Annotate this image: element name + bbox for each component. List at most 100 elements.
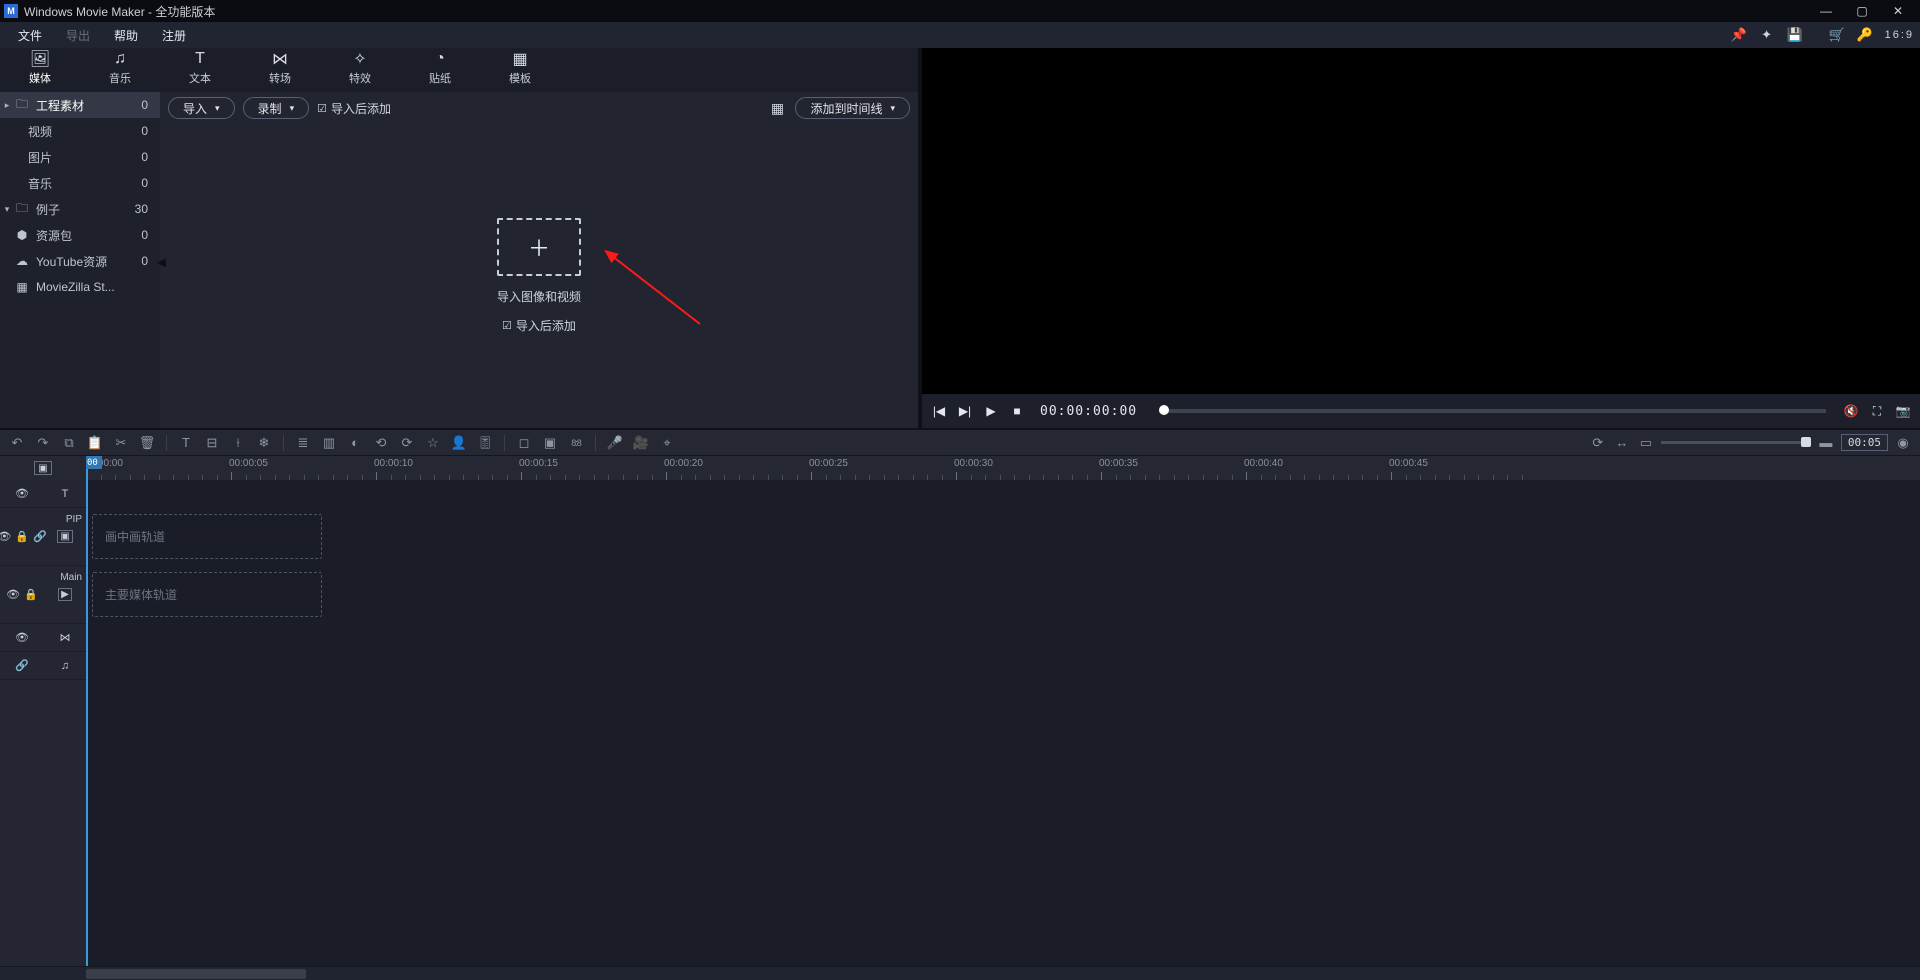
track-header-transition[interactable]: 👁 ⋈ <box>0 624 86 652</box>
tab-text[interactable]: T 文本 <box>160 48 240 88</box>
main-drop-slot[interactable]: 主要媒体轨道 <box>92 572 322 617</box>
menu-export[interactable]: 导出 <box>54 22 102 48</box>
zoom-out-icon[interactable]: ▭ <box>1637 434 1655 452</box>
sidebar-item-examples[interactable]: ▾ 🗀 例子 30 <box>0 196 160 222</box>
sidebar-item-moviezilla[interactable]: ▦ MovieZilla St... <box>0 274 160 300</box>
seek-knob[interactable] <box>1159 405 1169 415</box>
key-icon[interactable]: 🔑 <box>1851 22 1879 48</box>
menu-register[interactable]: 注册 <box>150 22 198 48</box>
stop-button[interactable]: ■ <box>1008 402 1026 420</box>
sidebar-item-project-media[interactable]: ▸ 🗀 工程素材 0 <box>0 92 160 118</box>
mute-icon[interactable]: 🔇 <box>1842 402 1860 420</box>
timeline-ruler[interactable]: 0:00 00:00:0000:00:0500:00:1000:00:1500:… <box>86 456 1920 480</box>
prev-frame-button[interactable]: |◀ <box>930 402 948 420</box>
rotate-button[interactable]: ⟳ <box>398 434 416 452</box>
save-icon[interactable]: 💾 <box>1781 22 1809 48</box>
split-button[interactable]: ⊟ <box>203 434 221 452</box>
fullscreen-icon[interactable]: ⛶ <box>1868 402 1886 420</box>
scrollbar-thumb[interactable] <box>86 969 306 979</box>
import-button[interactable]: 导入 ▾ <box>168 97 235 119</box>
reverse-button[interactable]: ⟲ <box>372 434 390 452</box>
tab-templates[interactable]: ▦ 模板 <box>480 48 560 88</box>
preview-seek-bar[interactable] <box>1159 409 1826 413</box>
lock-icon[interactable]: 🔒 <box>24 588 38 601</box>
lane-transition[interactable] <box>86 624 1920 652</box>
camera-button[interactable]: 🎥 <box>632 434 650 452</box>
zoom-knob[interactable] <box>1801 437 1811 447</box>
sidebar-item-music[interactable]: 音乐 0 <box>0 170 160 196</box>
drop-add-after-checkbox[interactable]: ☑ 导入后添加 <box>502 317 576 334</box>
aspect-ratio[interactable]: 16:9 <box>1885 29 1914 41</box>
text-tool-button[interactable]: T <box>177 434 195 452</box>
track-header-main[interactable]: Main 👁🔒 ▶ <box>0 566 86 624</box>
columns-button[interactable]: ▥ <box>320 434 338 452</box>
track-header-pip[interactable]: PIP 👁🔒🔗 ▣ <box>0 508 86 566</box>
align-button[interactable]: ≣ <box>294 434 312 452</box>
eye-icon[interactable]: 👁 <box>15 487 29 500</box>
adjust-button[interactable]: 🎚 <box>476 434 494 452</box>
lane-pip[interactable]: 画中画轨道 <box>86 508 1920 566</box>
zoom-step-icon[interactable]: ◉ <box>1894 434 1912 452</box>
sidebar-item-image[interactable]: 图片 0 <box>0 144 160 170</box>
lane-main[interactable]: 主要媒体轨道 <box>86 566 1920 624</box>
undo-button[interactable]: ↶ <box>8 434 26 452</box>
eye-icon[interactable]: 👁 <box>0 530 11 543</box>
sidebar-item-asset-pack[interactable]: ⬢ 资源包 0 <box>0 222 160 248</box>
preview-screen[interactable] <box>922 48 1920 394</box>
copy-button[interactable]: ⧉ <box>60 434 78 452</box>
pin-icon[interactable]: 📌 <box>1725 22 1753 48</box>
grid-view-icon[interactable]: ▦ <box>767 98 787 118</box>
track-header-audio[interactable]: 🔗 ♫ <box>0 652 86 680</box>
tab-effects[interactable]: ✧ 特效 <box>320 48 400 88</box>
focus-button[interactable]: ⌖ <box>658 434 676 452</box>
delete-button[interactable]: 🗑 <box>138 434 156 452</box>
trim-button[interactable]: ⟊ <box>229 434 247 452</box>
timeline-scrollbar[interactable] <box>0 966 1920 980</box>
menu-help[interactable]: 帮助 <box>102 22 150 48</box>
link-icon[interactable]: 🔗 <box>15 659 29 672</box>
mask-button[interactable]: ▣ <box>541 434 559 452</box>
crop-button[interactable]: ◻ <box>515 434 533 452</box>
record-button[interactable]: 录制 ▾ <box>243 97 310 119</box>
ruler-head[interactable]: ▣ <box>0 456 86 480</box>
track-body[interactable]: 画中画轨道 主要媒体轨道 <box>86 480 1920 966</box>
refresh-icon[interactable]: ⟳ <box>1589 434 1607 452</box>
eye-icon[interactable]: 👁 <box>15 631 29 644</box>
zoom-in-icon[interactable]: ▬ <box>1817 434 1835 452</box>
next-frame-button[interactable]: ▶| <box>956 402 974 420</box>
media-drop-area[interactable]: ＋ 导入图像和视频 ☑ 导入后添加 <box>160 124 918 428</box>
close-button[interactable]: ✕ <box>1880 0 1916 22</box>
track-header-text[interactable]: 👁 T <box>0 480 86 508</box>
person-button[interactable]: 👤 <box>450 434 468 452</box>
zoom-slider[interactable] <box>1661 441 1811 444</box>
timeline-playhead[interactable]: 0:00 <box>86 456 88 480</box>
pip-drop-slot[interactable]: 画中画轨道 <box>92 514 322 559</box>
sparkle-icon[interactable]: ✦ <box>1753 22 1781 48</box>
play-button[interactable]: ▶ <box>982 402 1000 420</box>
import-drop-box[interactable]: ＋ <box>497 218 581 276</box>
eye-icon[interactable]: 👁 <box>6 588 20 601</box>
redo-button[interactable]: ↷ <box>34 434 52 452</box>
sidebar-item-youtube[interactable]: ☁ YouTube资源 0 ◀ <box>0 248 160 274</box>
minimize-button[interactable]: — <box>1808 0 1844 22</box>
menu-file[interactable]: 文件 <box>6 22 54 48</box>
tab-media[interactable]: 🖼 媒体 <box>0 48 80 88</box>
star-button[interactable]: ☆ <box>424 434 442 452</box>
fit-icon[interactable]: ↔ <box>1613 434 1631 452</box>
sidebar-item-video[interactable]: 视频 0 <box>0 118 160 144</box>
tab-stickers[interactable]: ◔ 贴纸 <box>400 48 480 88</box>
ratio-button[interactable]: 8:8 <box>567 434 585 452</box>
add-to-timeline-button[interactable]: 添加到时间线 ▾ <box>795 97 910 119</box>
lane-audio[interactable] <box>86 652 1920 680</box>
snapshot-icon[interactable]: 📷 <box>1894 402 1912 420</box>
tab-music[interactable]: ♫ 音乐 <box>80 48 160 88</box>
zoom-value[interactable]: 00:05 <box>1841 434 1888 451</box>
cart-icon[interactable]: 🛒 <box>1823 22 1851 48</box>
speed-button[interactable]: ◐ <box>346 434 364 452</box>
paste-button[interactable]: 📋 <box>86 434 104 452</box>
lock-icon[interactable]: 🔒 <box>15 530 29 543</box>
tab-transition[interactable]: ⋈ 转场 <box>240 48 320 88</box>
mic-button[interactable]: 🎤 <box>606 434 624 452</box>
add-after-import-checkbox[interactable]: ☑ 导入后添加 <box>317 100 391 117</box>
freeze-button[interactable]: ❄ <box>255 434 273 452</box>
